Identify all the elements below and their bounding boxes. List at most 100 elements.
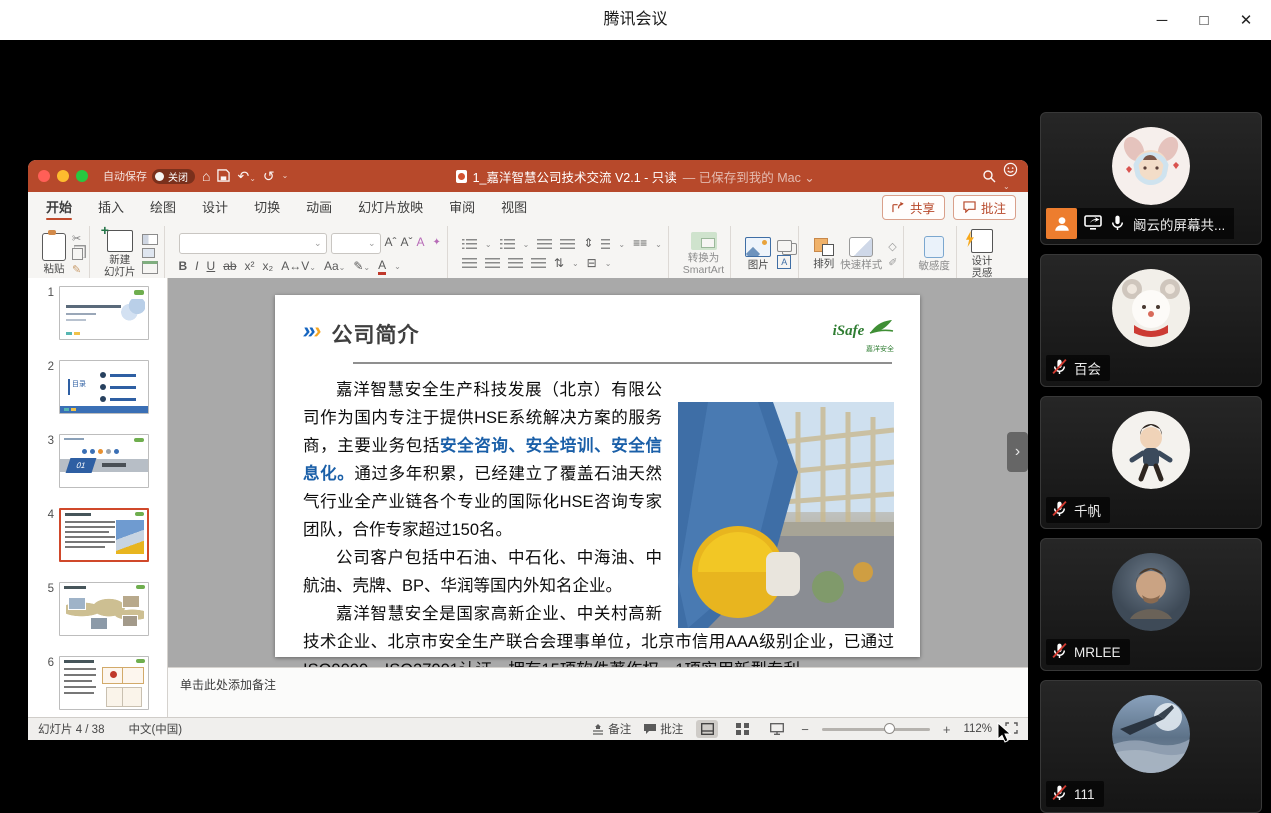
home-icon[interactable]: ⌂ [202,169,210,183]
tab-开始[interactable]: 开始 [46,192,72,222]
comments-toggle-button[interactable]: 批注 [644,721,683,737]
tab-绘图[interactable]: 绘图 [150,192,176,222]
redo-icon[interactable]: ↺ [263,169,275,183]
strikethrough-icon[interactable]: ab [223,260,236,274]
notes-pane[interactable]: 单击此处添加备注 [168,667,1028,717]
layout-icon[interactable] [142,234,158,245]
arrange-button[interactable]: 排列 [813,238,834,270]
picture-button[interactable]: 图片 [745,237,771,271]
normal-view-button[interactable] [696,720,718,738]
participant-tile-2[interactable]: 百会 [1040,254,1262,387]
tab-审阅[interactable]: 审阅 [449,192,475,222]
zoom-out-icon[interactable]: − [801,722,809,737]
design-ideas-button[interactable]: 设计灵感 [971,229,993,279]
columns-icon[interactable]: ≡≡ [633,237,647,251]
line-spacing-icon[interactable]: ⇕ [583,237,610,251]
zoom-percentage[interactable]: 112% [963,723,992,735]
thumbnail-preview-section[interactable]: 01 [59,434,149,488]
participant-tile-5[interactable]: 111 [1040,680,1262,813]
paste-button[interactable]: 粘贴 [42,233,66,275]
justify-icon[interactable] [531,258,546,269]
align-right-icon[interactable] [508,258,523,269]
grow-font-icon[interactable]: Aˆ [385,236,397,250]
reset-layout-icon[interactable] [142,248,155,258]
shrink-font-icon[interactable]: Aˇ [401,236,413,250]
outline-pen-icon[interactable]: ✐ [888,256,897,269]
fill-icon[interactable]: ◇ [888,240,897,253]
toolbar-customize-icon[interactable]: ⌄ [282,172,289,180]
copy-icon[interactable] [72,248,83,260]
slide-thumbnail-1[interactable]: 1 [28,286,167,340]
notes-toggle-button[interactable]: 备注 [592,721,631,737]
tab-设计[interactable]: 设计 [202,192,228,222]
slide-sorter-view-button[interactable] [731,720,753,738]
bold-icon[interactable]: B [179,260,188,274]
quick-styles-button[interactable]: 快速样式 [840,237,882,271]
textbox-icon[interactable]: A [777,255,791,269]
decrease-indent-icon[interactable] [537,239,552,250]
autosave-toggle[interactable]: 自动保存 关闭 [103,168,195,184]
participant-tile-3[interactable]: 千帆 [1040,396,1262,529]
subscript-icon[interactable]: x₂ [263,260,274,274]
current-slide[interactable]: » › 公司简介 iSafe 嘉洋安全 [275,295,920,657]
maximize-icon[interactable]: □ [1195,12,1213,29]
change-case-icon[interactable]: Aa⌄ [324,260,345,274]
align-left-icon[interactable] [462,258,477,269]
character-spacing-icon[interactable]: A↔V⌄ [281,260,316,274]
tab-幻灯片放映[interactable]: 幻灯片放映 [358,192,423,222]
slide-thumbnail-4[interactable]: 4 [28,508,167,562]
zoom-slider-thumb[interactable] [884,723,895,734]
zoom-slider[interactable] [822,728,930,731]
traffic-light-minimize[interactable] [57,170,69,182]
bullets-icon[interactable] [462,239,477,250]
tab-插入[interactable]: 插入 [98,192,124,222]
slideshow-view-button[interactable] [766,720,788,738]
smiley-icon[interactable]: ⌄ [1003,162,1018,191]
share-button[interactable]: 共享 [882,195,945,220]
format-painter-icon[interactable]: ✎ [72,263,83,276]
pen-icon[interactable]: ✎⌄ [353,260,370,274]
slide-thumbnail-6[interactable]: 6 [28,656,167,710]
font-color-icon[interactable]: A [378,259,386,276]
superscript-icon[interactable]: x² [245,260,255,274]
language-indicator[interactable]: 中文(中国) [128,721,182,737]
participant-tile-1[interactable]: 阚云的屏幕共... [1040,112,1262,245]
font-name-select[interactable]: ⌄ [179,233,327,254]
doc-save-status[interactable]: — 已保存到我的 Mac ⌄ [683,167,815,186]
slide-thumbnail-3[interactable]: 301 [28,434,167,488]
participant-tile-4[interactable]: MRLEE [1040,538,1262,671]
tab-切换[interactable]: 切换 [254,192,280,222]
slide-thumbnail-2[interactable]: 2目录 [28,360,167,414]
zoom-in-icon[interactable]: + [943,722,951,737]
undo-icon[interactable]: ↶⌄ [237,169,255,183]
save-icon[interactable] [217,169,230,184]
thumbnail-preview-content[interactable] [59,508,149,562]
thumbnail-preview-toc[interactable]: 目录 [59,360,149,414]
traffic-light-close[interactable] [38,170,50,182]
new-slide-button[interactable]: 新建幻灯片 [104,230,136,278]
italic-icon[interactable]: I [195,260,198,274]
minimize-icon[interactable]: ─ [1153,12,1171,29]
increase-indent-icon[interactable] [560,239,575,250]
thumbnail-preview-map[interactable] [59,582,149,636]
thumbnail-preview-certs[interactable] [59,656,149,710]
smartart-button[interactable]: 转换为SmartArt [683,232,724,276]
comments-button[interactable]: 批注 [953,195,1016,220]
cut-icon[interactable]: ✂ [72,232,83,245]
align-center-icon[interactable] [485,258,500,269]
font-size-select[interactable]: ⌄ [331,233,381,254]
tab-视图[interactable]: 视图 [501,192,527,222]
search-icon[interactable] [982,169,996,183]
shapes-icon[interactable] [777,240,792,252]
tab-动画[interactable]: 动画 [306,192,332,222]
align-text-icon[interactable]: ⊟ [587,257,597,271]
underline-icon[interactable]: U [207,260,216,274]
clear-format-icon[interactable]: A✦ [417,236,441,250]
thumbnail-preview-title[interactable] [59,286,149,340]
traffic-light-zoom[interactable] [76,170,88,182]
text-direction-icon[interactable]: ⇅ [554,257,564,271]
close-icon[interactable]: ✕ [1237,11,1255,29]
sensitivity-button[interactable]: 敏感度 [918,236,950,272]
numbering-icon[interactable] [500,239,515,250]
slide-thumbnail-5[interactable]: 5 [28,582,167,636]
